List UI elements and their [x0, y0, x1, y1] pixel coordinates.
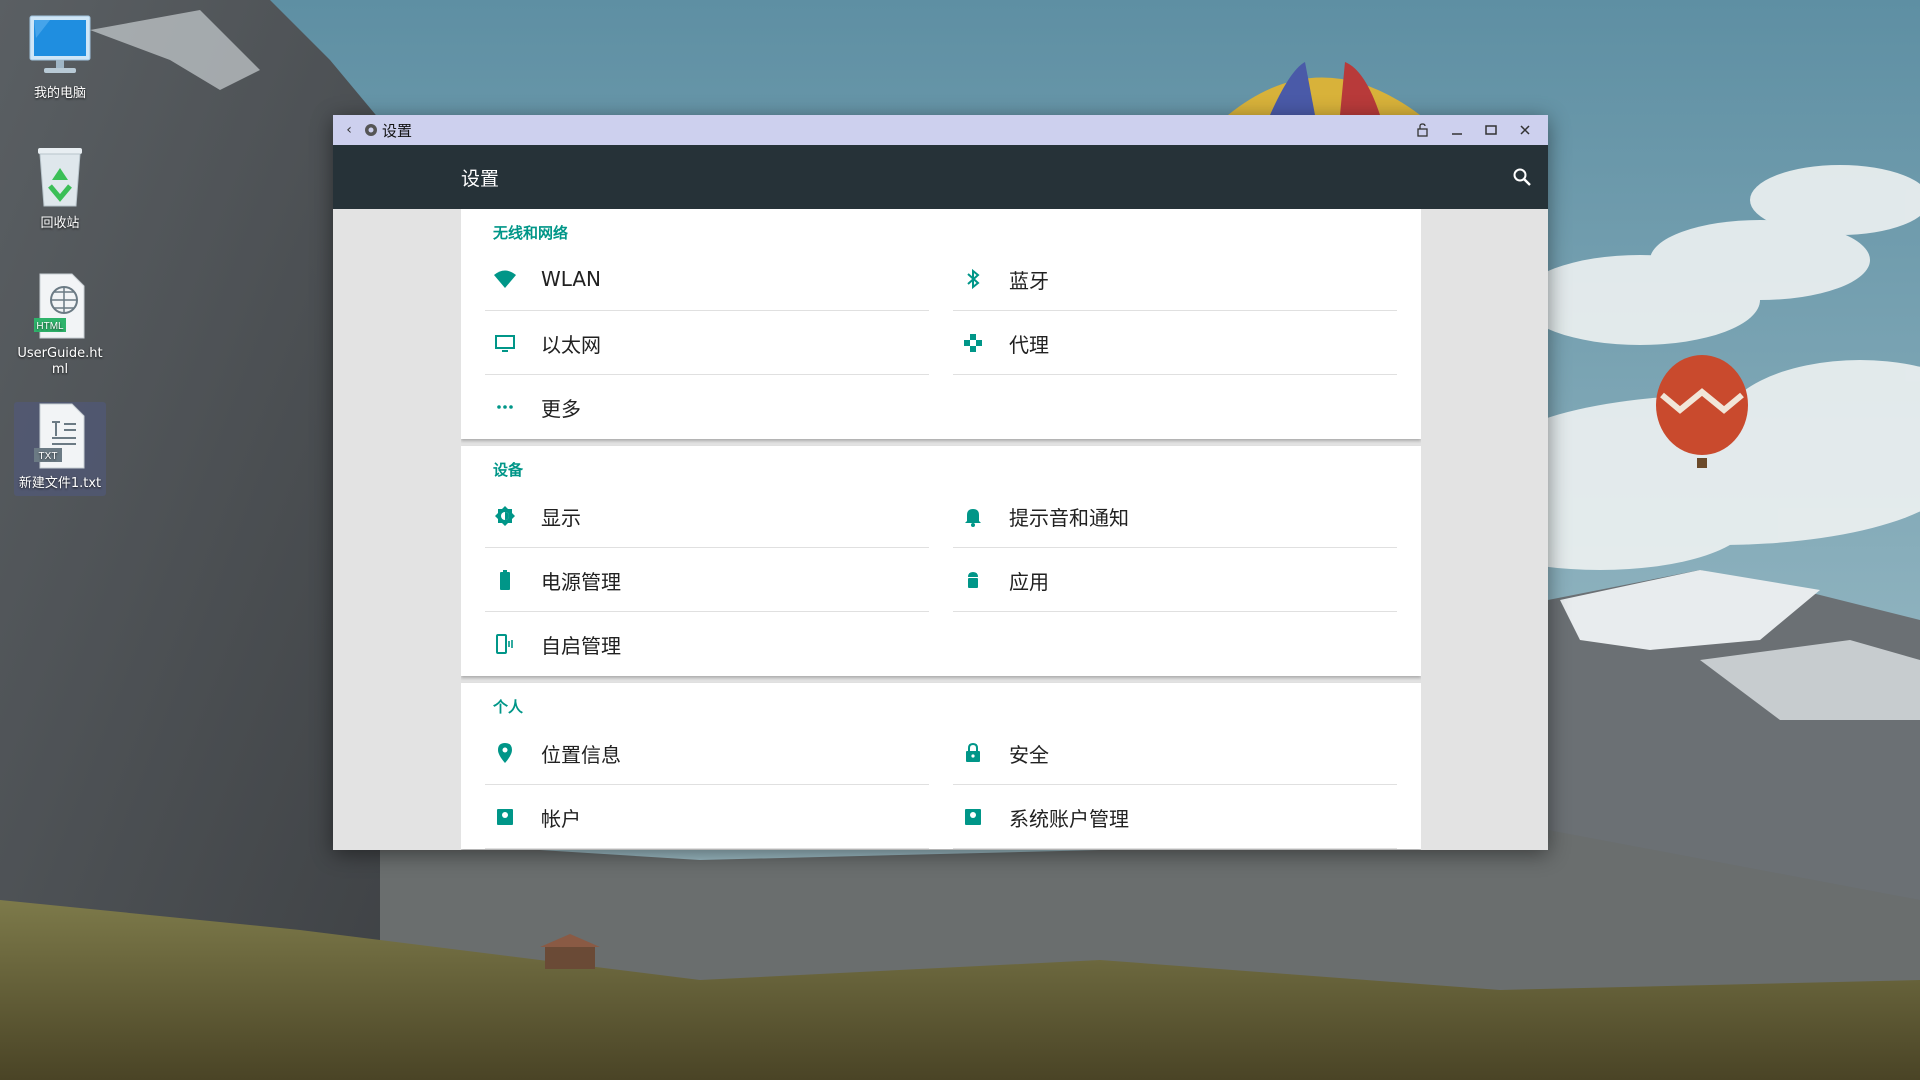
brightness-icon	[495, 506, 515, 526]
desktop-icon-new-txt[interactable]: TXT 新建文件1.txt	[14, 402, 106, 496]
section-device: 设备 显示 提示音和通知 电源管理 应用 自启管理	[461, 446, 1421, 676]
section-header: 设备	[493, 461, 524, 479]
setting-label: 显示	[541, 505, 581, 530]
setting-sound-notifications[interactable]: 提示音和通知	[953, 484, 1397, 548]
lock-icon	[966, 742, 980, 762]
setting-autostart[interactable]: 自启管理	[485, 612, 929, 676]
bluetooth-icon	[967, 268, 980, 290]
setting-label: 更多	[541, 396, 581, 421]
location-icon	[498, 743, 512, 763]
recycle-bin-icon	[26, 142, 94, 210]
setting-apps[interactable]: 应用	[953, 548, 1397, 612]
svg-text:HTML: HTML	[36, 321, 64, 332]
desktop-icon-label: UserGuide.html	[17, 346, 103, 377]
account-icon	[497, 809, 513, 825]
setting-label: 代理	[1009, 332, 1049, 357]
desktop-icon-recycle-bin[interactable]: 回收站	[14, 142, 106, 232]
settings-appbar: 设置	[333, 145, 1548, 209]
android-icon	[968, 572, 978, 588]
battery-icon	[500, 570, 510, 590]
setting-wlan[interactable]: WLAN	[485, 247, 929, 311]
setting-label: 帐户	[541, 806, 581, 831]
close-icon	[1520, 125, 1530, 135]
pin-button[interactable]	[1406, 115, 1440, 145]
settings-gear-icon	[365, 124, 377, 136]
phone-vibrate-icon	[496, 634, 513, 654]
setting-security[interactable]: 安全	[953, 721, 1397, 785]
desktop-icon-label: 新建文件1.txt	[18, 476, 102, 491]
setting-label: 应用	[1009, 569, 1049, 594]
desktop-icon-label: 回收站	[40, 216, 80, 231]
window-titlebar[interactable]: ‹ 设置	[333, 115, 1548, 145]
search-button[interactable]	[1508, 163, 1536, 191]
setting-label: 以太网	[541, 332, 601, 357]
more-icon	[497, 405, 513, 409]
setting-more[interactable]: 更多	[485, 375, 929, 439]
setting-label: 系统账户管理	[1009, 806, 1129, 831]
setting-label: 蓝牙	[1009, 268, 1049, 293]
close-button[interactable]	[1508, 115, 1542, 145]
section-wireless-networks: 无线和网络 WLAN 蓝牙 以太网 代理 更多	[461, 209, 1421, 439]
setting-label: 提示音和通知	[1009, 505, 1129, 530]
unlock-icon	[1417, 123, 1428, 137]
minimize-button[interactable]	[1440, 115, 1474, 145]
setting-proxy[interactable]: 代理	[953, 311, 1397, 375]
search-icon	[1513, 168, 1531, 186]
settings-list[interactable]: 无线和网络 WLAN 蓝牙 以太网 代理 更多 设备 显示 提示音和通知 电源管…	[461, 209, 1421, 850]
account-icon	[965, 809, 981, 825]
settings-window: ‹ 设置 设置 无线和网络 WLAN 蓝牙 以太网 代理 更多 设备 显示 提示…	[333, 115, 1548, 850]
setting-bluetooth[interactable]: 蓝牙	[953, 247, 1397, 311]
maximize-icon	[1485, 125, 1497, 135]
setting-accounts[interactable]: 帐户	[485, 785, 929, 849]
section-header: 无线和网络	[493, 224, 569, 242]
maximize-button[interactable]	[1474, 115, 1508, 145]
minimize-icon	[1452, 133, 1462, 135]
setting-label: WLAN	[541, 267, 602, 291]
section-header: 个人	[493, 698, 524, 716]
back-icon[interactable]: ‹	[339, 122, 359, 138]
setting-location[interactable]: 位置信息	[485, 721, 929, 785]
setting-system-accounts[interactable]: 系统账户管理	[953, 785, 1397, 849]
setting-label: 自启管理	[541, 633, 621, 658]
bell-icon	[965, 509, 981, 527]
page-title: 设置	[461, 167, 500, 190]
section-personal: 个人 位置信息 安全 帐户 系统账户管理	[461, 683, 1421, 849]
svg-text:TXT: TXT	[39, 451, 58, 462]
setting-power[interactable]: 电源管理	[485, 548, 929, 612]
setting-label: 电源管理	[541, 569, 621, 594]
desktop-icon-label: 我的电脑	[33, 86, 86, 101]
setting-label: 安全	[1009, 742, 1049, 767]
setting-display[interactable]: 显示	[485, 484, 929, 548]
html-file-icon: HTML	[26, 272, 94, 340]
setting-label: 位置信息	[541, 742, 621, 767]
monitor-icon	[495, 335, 515, 352]
window-title: 设置	[382, 121, 413, 140]
txt-file-icon: TXT	[26, 402, 94, 470]
setting-ethernet[interactable]: 以太网	[485, 311, 929, 375]
proxy-icon	[964, 334, 982, 352]
computer-icon	[26, 12, 94, 80]
wifi-icon	[494, 270, 516, 288]
desktop-icon-userguide[interactable]: HTML UserGuide.html	[14, 272, 106, 378]
desktop-icon-my-computer[interactable]: 我的电脑	[14, 12, 106, 102]
